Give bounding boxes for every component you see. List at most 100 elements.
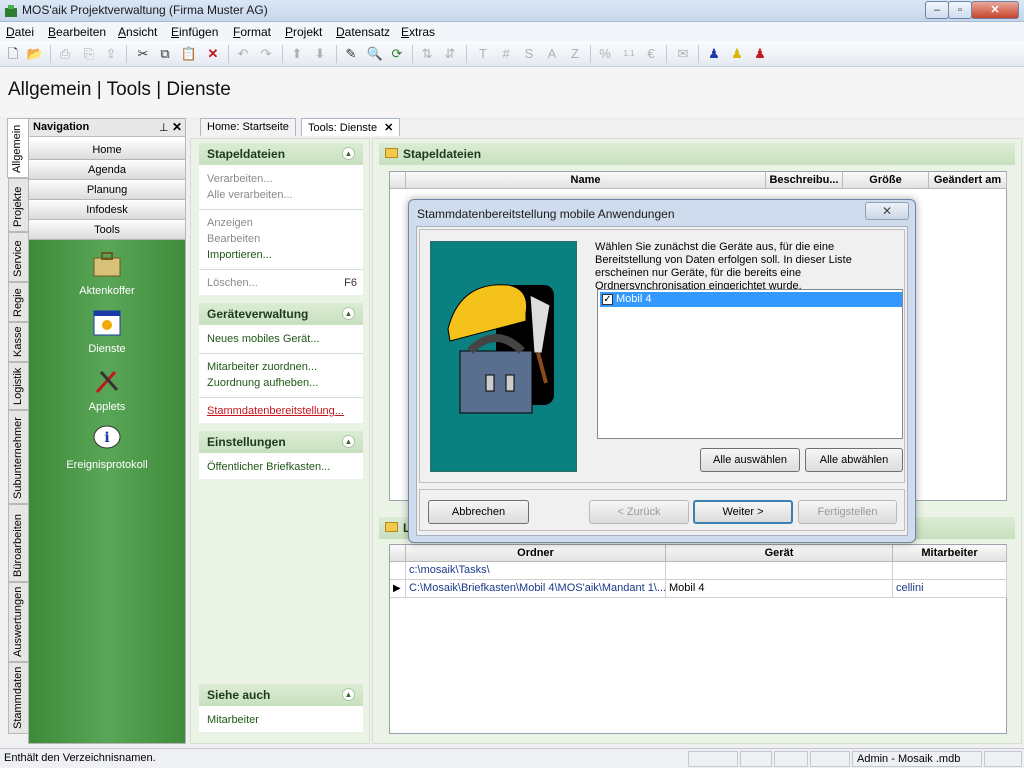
back-button[interactable]: < Zurück xyxy=(589,500,689,524)
task-oeffentlicher-briefkasten[interactable]: Öffentlicher Briefkasten... xyxy=(207,461,330,473)
new-document-icon[interactable]: 🗋 xyxy=(4,45,22,63)
col-ordner[interactable]: Ordner xyxy=(406,545,666,562)
menu-bearbeiten[interactable]: Bearbeiten xyxy=(48,25,106,39)
vtab-regie[interactable]: Regie xyxy=(8,282,28,322)
print-preview-icon[interactable]: ⎘ xyxy=(80,45,98,63)
vtab-logistik[interactable]: Logistik xyxy=(8,362,28,410)
cancel-button[interactable]: Abbrechen xyxy=(428,500,529,524)
collapse-icon[interactable]: ▲ xyxy=(342,307,355,320)
task-alle-verarbeiten[interactable]: Alle verarbeiten... xyxy=(207,189,293,201)
collapse-icon[interactable]: ▲ xyxy=(342,147,355,160)
vtab-bueroarbeiten[interactable]: Büroarbeiten xyxy=(8,504,28,582)
refresh-icon[interactable]: ⟳ xyxy=(388,45,406,63)
task-mitarbeiter[interactable]: Mitarbeiter xyxy=(207,714,259,726)
z-format-icon[interactable]: Z xyxy=(566,45,584,63)
table-row[interactable]: C:\Mosaik\Briefkasten\Mobil 4\MOS'aik\Ma… xyxy=(406,580,666,598)
device-checkbox[interactable]: ✓ xyxy=(602,294,613,305)
task-verarbeiten[interactable]: Verarbeiten... xyxy=(207,173,272,185)
mail-icon[interactable]: ✉ xyxy=(674,45,692,63)
finish-button[interactable]: Fertigstellen xyxy=(798,500,897,524)
task-anzeigen[interactable]: Anzeigen xyxy=(207,217,253,229)
arrow-up-icon[interactable]: ⬆ xyxy=(288,45,306,63)
deselect-all-button[interactable]: Alle abwählen xyxy=(805,448,903,472)
maximize-button[interactable]: ▫ xyxy=(948,1,972,19)
task-bearbeiten[interactable]: Bearbeiten xyxy=(207,233,260,245)
col-geaendert-am[interactable]: Geändert am xyxy=(929,172,1007,189)
vtab-allgemein[interactable]: Allgemein xyxy=(7,118,28,178)
menu-format[interactable]: Format xyxy=(233,25,271,39)
col-mitarbeiter[interactable]: Mitarbeiter xyxy=(893,545,1007,562)
redo-icon[interactable]: ↷ xyxy=(257,45,275,63)
vtab-auswertungen[interactable]: Auswertungen xyxy=(8,582,28,662)
vtab-projekte[interactable]: Projekte xyxy=(8,178,28,232)
menu-projekt[interactable]: Projekt xyxy=(285,25,322,39)
user-red-icon[interactable]: ♟ xyxy=(751,45,769,63)
minimize-button[interactable]: – xyxy=(925,1,949,19)
a-format-icon[interactable]: A xyxy=(543,45,561,63)
next-button[interactable]: Weiter > xyxy=(693,500,793,524)
undo-icon[interactable]: ↶ xyxy=(234,45,252,63)
user-blue-icon[interactable]: ♟ xyxy=(705,45,723,63)
open-folder-icon[interactable]: 📂 xyxy=(26,45,44,63)
app-dienste[interactable]: Dienste xyxy=(29,308,185,355)
dialog-close-button[interactable]: ✕ xyxy=(865,202,909,220)
collapse-icon[interactable]: ▲ xyxy=(342,435,355,448)
text-format-icon[interactable]: T xyxy=(474,45,492,63)
app-aktenkoffer[interactable]: Aktenkoffer xyxy=(29,250,185,297)
sum-icon[interactable]: S xyxy=(520,45,538,63)
col-groesse[interactable]: Größe xyxy=(843,172,929,189)
delete-icon[interactable]: ✕ xyxy=(204,45,222,63)
close-panel-icon[interactable]: ✕ xyxy=(172,120,182,134)
sort-ascending-icon[interactable]: ⇅ xyxy=(418,45,436,63)
close-button[interactable]: ✕ xyxy=(971,1,1019,19)
menu-datensatz[interactable]: Datensatz xyxy=(336,25,390,39)
table-row[interactable]: c:\mosaik\Tasks\ xyxy=(406,562,666,580)
paste-icon[interactable]: 📋 xyxy=(180,45,198,63)
vtab-subunternehmer[interactable]: Subunternehmer xyxy=(8,410,28,504)
col-beschreibung[interactable]: Beschreibu... xyxy=(766,172,843,189)
tab-tools-dienste[interactable]: Tools: Dienste ✕ xyxy=(301,118,401,136)
export-icon[interactable]: ⇪ xyxy=(102,45,120,63)
nav-tools-button[interactable]: Tools xyxy=(29,221,185,240)
col-geraet[interactable]: Gerät xyxy=(666,545,893,562)
task-importieren[interactable]: Importieren... xyxy=(207,249,272,261)
toolbar-separator xyxy=(50,45,51,63)
col-name[interactable]: Name xyxy=(406,172,766,189)
collapse-icon[interactable]: ▲ xyxy=(342,688,355,701)
vtab-service[interactable]: Service xyxy=(8,232,28,282)
select-all-button[interactable]: Alle auswählen xyxy=(700,448,800,472)
cut-icon[interactable]: ✂ xyxy=(134,45,152,63)
percent-icon[interactable]: % xyxy=(596,45,614,63)
outline-numbering-icon[interactable]: 1.1 xyxy=(620,45,638,63)
menu-einfuegen[interactable]: Einfügen xyxy=(171,25,218,39)
tab-home-startseite[interactable]: Home: Startseite xyxy=(200,118,296,136)
find-icon[interactable]: 🔍 xyxy=(366,45,384,63)
list-item[interactable]: ✓ Mobil 4 xyxy=(600,292,902,307)
nav-home-button[interactable]: Home xyxy=(29,141,185,160)
vtab-kasse[interactable]: Kasse xyxy=(8,322,28,362)
close-tab-icon[interactable]: ✕ xyxy=(384,122,393,134)
nav-planung-button[interactable]: Planung xyxy=(29,181,185,200)
print-icon[interactable]: ⎙ xyxy=(56,45,74,63)
task-neues-geraet[interactable]: Neues mobiles Gerät... xyxy=(207,333,320,345)
user-yellow-icon[interactable]: ♟ xyxy=(728,45,746,63)
pin-icon[interactable]: ⊥ xyxy=(159,121,169,134)
app-applets[interactable]: Applets xyxy=(29,366,185,413)
app-ereignisprotokoll[interactable]: i Ereignisprotokoll xyxy=(29,424,185,471)
task-loeschen[interactable]: Löschen... xyxy=(207,277,258,289)
arrow-down-icon[interactable]: ⬇ xyxy=(311,45,329,63)
copy-icon[interactable]: ⧉ xyxy=(156,45,174,63)
vtab-stammdaten[interactable]: Stammdaten xyxy=(8,662,28,734)
task-zuordnung-aufheben[interactable]: Zuordnung aufheben... xyxy=(207,377,318,389)
task-mitarbeiter-zuordnen[interactable]: Mitarbeiter zuordnen... xyxy=(207,361,317,373)
task-stammdatenbereitstellung[interactable]: Stammdatenbereitstellung... xyxy=(207,405,344,417)
menu-extras[interactable]: Extras xyxy=(401,25,435,39)
menu-ansicht[interactable]: Ansicht xyxy=(118,25,157,39)
sort-descending-icon[interactable]: ⇵ xyxy=(441,45,459,63)
menu-datei[interactable]: Datei xyxy=(6,25,34,39)
number-format-icon[interactable]: # xyxy=(497,45,515,63)
edit-pencil-icon[interactable]: ✎ xyxy=(342,45,360,63)
nav-infodesk-button[interactable]: Infodesk xyxy=(29,201,185,220)
currency-icon[interactable]: € xyxy=(642,45,660,63)
nav-agenda-button[interactable]: Agenda xyxy=(29,161,185,180)
